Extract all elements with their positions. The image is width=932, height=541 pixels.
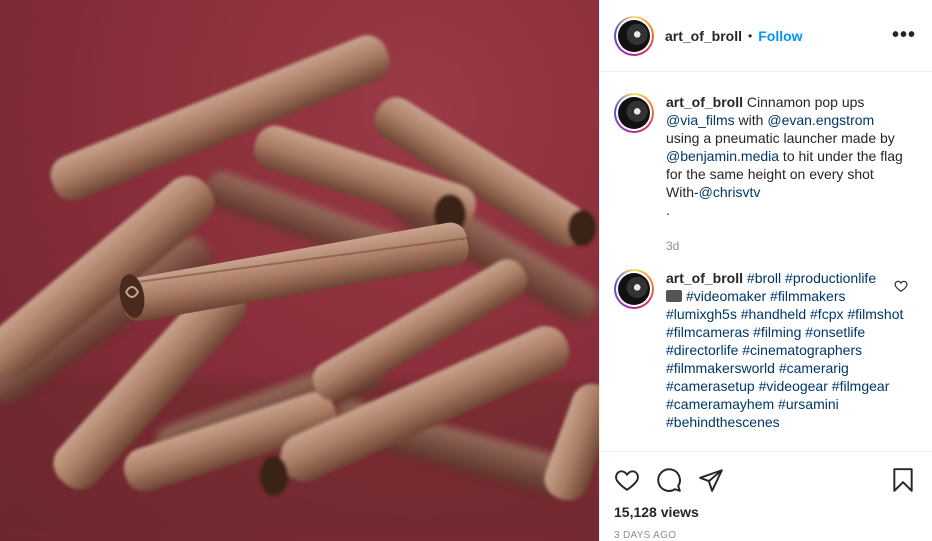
hashtag-link[interactable]: #camerarig xyxy=(779,360,849,376)
cinnamon-sticks-image xyxy=(0,35,599,541)
post-actions: 15,128 views 3 DAYS AGO xyxy=(600,451,932,541)
hashtag-link[interactable]: #filmmakers xyxy=(770,288,845,304)
mention-link[interactable]: @evan.engstrom xyxy=(767,112,874,128)
caption-text: with xyxy=(734,112,768,128)
caption-username[interactable]: art_of_broll xyxy=(666,94,743,110)
action-bar xyxy=(614,460,916,500)
avatar[interactable] xyxy=(614,15,654,56)
hashtag-link[interactable]: #cinematographers xyxy=(742,342,862,358)
avatar[interactable] xyxy=(614,93,654,133)
instagram-post: art_of_broll • Follow ••• art_of_broll C… xyxy=(0,0,932,541)
caption-text: Cinnamon pop ups xyxy=(743,94,865,110)
hashtag-link[interactable]: #filmmakersworld xyxy=(666,360,775,376)
mention-link[interactable]: @via_films xyxy=(666,112,735,128)
comment-username[interactable]: art_of_broll xyxy=(666,270,743,286)
post-sidebar: art_of_broll • Follow ••• art_of_broll C… xyxy=(599,0,932,541)
bookmark-icon[interactable] xyxy=(890,467,916,493)
comments-section[interactable]: art_of_broll Cinnamon pop ups @via_films… xyxy=(600,73,932,451)
avatar[interactable] xyxy=(614,269,654,309)
hashtag-link[interactable]: #onsetlife xyxy=(805,324,865,340)
hashtag-link[interactable]: #lumixgh5s xyxy=(666,306,737,322)
follow-button[interactable]: Follow xyxy=(758,28,802,44)
hashtags-line: #broll #productionlife xyxy=(747,270,876,286)
hashtag-link[interactable]: #directorlife xyxy=(666,342,738,358)
hashtag-link[interactable]: #filmshot xyxy=(847,306,903,322)
hashtag-link[interactable]: #ursamini xyxy=(778,396,839,412)
hashtag-link[interactable]: #videomaker xyxy=(686,288,766,304)
view-count[interactable]: 15,128 views xyxy=(614,504,916,520)
heart-icon[interactable] xyxy=(614,467,640,493)
caption-timestamp[interactable]: 3d xyxy=(666,237,904,255)
hashtag-link[interactable]: #filmgear xyxy=(832,378,890,394)
hashtags-list: #videomaker #filmmakers #lumixgh5s #hand… xyxy=(666,288,903,430)
post-header: art_of_broll • Follow ••• xyxy=(600,0,932,72)
separator-dot: • xyxy=(748,28,753,43)
comment-body: art_of_broll #broll #productionlife #vid… xyxy=(666,269,904,431)
mention-link[interactable]: @benjamin.media xyxy=(666,148,779,164)
caption-text: using a pneumatic launcher made by xyxy=(666,130,895,146)
hashtag-link[interactable]: #videogear xyxy=(759,378,828,394)
comment-icon[interactable] xyxy=(656,467,682,493)
like-comment-heart-icon[interactable] xyxy=(894,279,908,293)
hashtag-link[interactable]: #fcpx xyxy=(810,306,843,322)
camera-emoji-icon xyxy=(666,290,682,302)
hashtag-link[interactable]: #camerasetup xyxy=(666,378,755,394)
post-date[interactable]: 3 DAYS AGO xyxy=(614,530,916,541)
caption: art_of_broll Cinnamon pop ups @via_films… xyxy=(614,93,916,255)
caption-body: art_of_broll Cinnamon pop ups @via_films… xyxy=(666,93,904,255)
hashtag-link[interactable]: #filming xyxy=(753,324,801,340)
paper-plane-icon[interactable] xyxy=(698,467,724,493)
hashtag-link[interactable]: #cameramayhem xyxy=(666,396,774,412)
hashtag-link[interactable]: #behindthescenes xyxy=(666,414,780,430)
more-options-icon[interactable]: ••• xyxy=(892,24,916,47)
username-link[interactable]: art_of_broll xyxy=(665,28,742,44)
comment-item: art_of_broll #broll #productionlife #vid… xyxy=(614,269,916,431)
hashtag-link[interactable]: #filmcameras xyxy=(666,324,749,340)
post-video[interactable] xyxy=(0,0,599,541)
hashtag-link[interactable]: #productionlife xyxy=(785,270,876,286)
mention-link[interactable]: @chrisvtv xyxy=(699,184,761,200)
hashtag-link[interactable]: #broll xyxy=(747,270,781,286)
hashtag-link[interactable]: #handheld xyxy=(741,306,806,322)
caption-text: . xyxy=(666,202,670,218)
